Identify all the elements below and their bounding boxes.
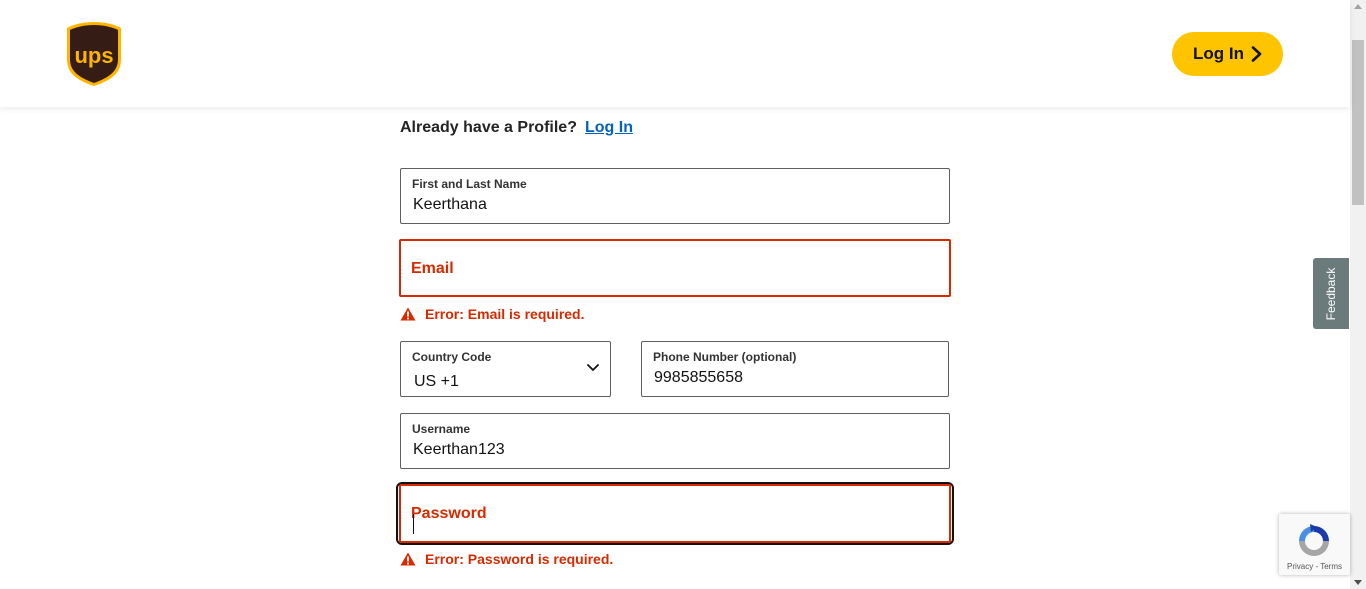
email-error: Error: Email is required. xyxy=(400,306,585,322)
recaptcha-badge[interactable]: Privacy - Terms xyxy=(1279,514,1350,575)
clipped-consent-text xyxy=(400,580,950,589)
feedback-tab[interactable]: Feedback xyxy=(1313,258,1349,329)
feedback-tab-label: Feedback xyxy=(1324,267,1338,320)
country-code-label: Country Code xyxy=(412,350,492,364)
recaptcha-terms-link[interactable]: Terms xyxy=(1320,562,1342,571)
email-field-label: Email xyxy=(411,260,454,277)
name-field-value: Keerthana xyxy=(413,196,487,213)
svg-text:ups: ups xyxy=(74,43,113,68)
country-code-value: US +1 xyxy=(414,373,459,390)
profile-prompt-text: Already have a Profile? xyxy=(400,119,577,136)
password-field[interactable]: Password xyxy=(399,484,951,543)
password-field-label: Password xyxy=(411,505,487,522)
site-header: ups Log In xyxy=(0,0,1350,107)
header-login-label: Log In xyxy=(1193,44,1244,63)
scroll-down-arrow-icon[interactable] xyxy=(1354,580,1362,585)
ups-logo[interactable]: ups xyxy=(66,21,122,87)
chevron-down-icon xyxy=(587,364,599,371)
username-field-label: Username xyxy=(412,422,471,436)
scrollbar-thumb[interactable] xyxy=(1352,40,1364,205)
page-scrollbar[interactable] xyxy=(1350,0,1366,589)
warning-icon xyxy=(400,307,416,321)
password-error-text: Error: Password is required. xyxy=(425,551,614,567)
phone-field[interactable]: Phone Number (optional) 9985855658 xyxy=(641,341,949,397)
recaptcha-icon xyxy=(1299,524,1329,556)
recaptcha-privacy-link[interactable]: Privacy xyxy=(1287,562,1313,571)
recaptcha-links: Privacy - Terms xyxy=(1279,562,1350,571)
country-code-select[interactable]: Country Code US +1 xyxy=(400,341,611,397)
scroll-up-arrow-icon[interactable] xyxy=(1354,4,1362,9)
username-field-value: Keerthan123 xyxy=(413,441,505,458)
name-field-label: First and Last Name xyxy=(412,177,527,191)
profile-login-link[interactable]: Log In xyxy=(585,119,633,137)
phone-field-label: Phone Number (optional) xyxy=(653,350,797,364)
text-caret xyxy=(413,514,414,534)
password-error: Error: Password is required. xyxy=(400,551,613,567)
header-login-button[interactable]: Log In xyxy=(1172,32,1283,76)
email-error-text: Error: Email is required. xyxy=(425,306,585,322)
email-field[interactable]: Email xyxy=(399,239,951,297)
phone-field-value: 9985855658 xyxy=(654,369,743,386)
chevron-right-icon xyxy=(1251,46,1262,62)
name-field[interactable]: First and Last Name Keerthana xyxy=(400,168,950,224)
warning-icon xyxy=(400,552,416,566)
username-field[interactable]: Username Keerthan123 xyxy=(400,413,950,469)
